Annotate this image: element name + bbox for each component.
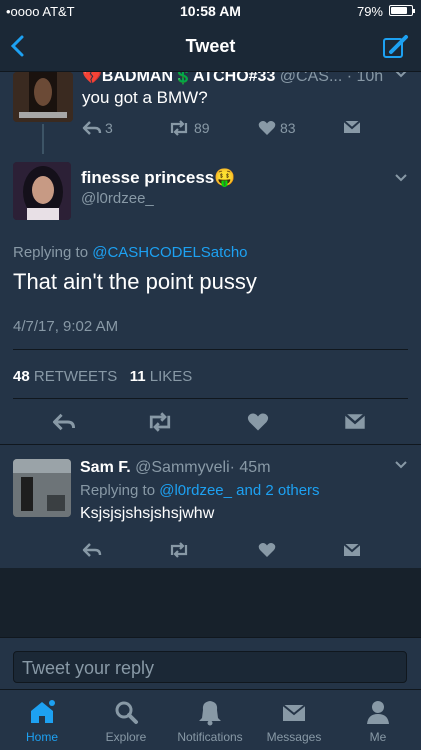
reply-count: 3 (105, 120, 113, 136)
tab-label: Me (369, 730, 387, 744)
like-action[interactable]: 83 (258, 120, 296, 136)
tab-messages[interactable]: Messages (252, 698, 336, 748)
tab-me[interactable]: Me (336, 698, 420, 748)
heart-icon[interactable] (258, 542, 276, 558)
replying-to: Replying to @l0rdzee_ and 2 others (80, 482, 320, 499)
reply-composer: Tweet your reply (0, 637, 421, 689)
tweet-detail-scroll[interactable]: 💔BADMAN💲ATCHO#33 @CAS... · 10h you got a… (0, 72, 421, 637)
reply-icon (82, 121, 102, 135)
tab-explore[interactable]: Explore (84, 698, 168, 748)
home-icon (31, 700, 55, 723)
author-name[interactable]: finesse princess🤑 (81, 168, 235, 188)
bell-icon (199, 701, 221, 726)
tweet-text: Ksjsjsjshsjshsjwhw (80, 505, 215, 522)
tweet-time: · 10h (346, 72, 384, 85)
avatar[interactable] (13, 459, 71, 517)
tab-label: Home (25, 730, 58, 744)
tab-label: Explore (105, 730, 147, 744)
chevron-down-icon[interactable] (395, 72, 407, 78)
author-handle: @Sammyveli (135, 459, 230, 476)
reply-icon[interactable] (52, 412, 76, 432)
retweet-icon[interactable] (146, 412, 174, 432)
tweet-stats: 48 RETWEETS 11 LIKES (13, 368, 192, 385)
tab-bar: Home Explore Notifications Messages Me (0, 689, 421, 750)
like-count: 83 (280, 120, 296, 136)
replying-prefix: Replying to (13, 244, 89, 261)
reply-tweet[interactable]: Sam F. @Sammyveli· 45m Replying to @l0rd… (0, 445, 421, 568)
dm-action[interactable] (343, 120, 361, 134)
divider (13, 398, 408, 399)
empty-area (0, 568, 421, 637)
heart-icon[interactable] (247, 412, 269, 432)
compose-icon[interactable] (381, 32, 411, 62)
tab-notifications[interactable]: Notifications (168, 698, 252, 748)
envelope-icon[interactable] (344, 413, 366, 430)
retweet-icon (170, 120, 188, 136)
tab-label: Notifications (177, 730, 243, 744)
replying-to: Replying to @CASHCODELSatcho (13, 244, 248, 261)
tab-home[interactable]: Home (0, 698, 84, 748)
avatar[interactable] (13, 72, 73, 122)
author-name[interactable]: 💔BADMAN💲ATCHO#33 (82, 72, 275, 85)
replying-to-link[interactable]: @l0rdzee_ and 2 others (159, 482, 319, 499)
retweet-icon[interactable] (168, 542, 190, 558)
tweet-timestamp: 4/7/17, 9:02 AM (13, 318, 119, 335)
reply-input[interactable]: Tweet your reply (13, 651, 407, 683)
battery-percent: 79% (356, 4, 383, 19)
retweets-label[interactable]: RETWEETS (34, 368, 117, 385)
author-handle: @CAS... (279, 72, 343, 85)
battery-icon (389, 5, 415, 16)
nav-bar: Tweet (0, 22, 421, 72)
chevron-down-icon[interactable] (395, 174, 407, 182)
tab-label: Messages (266, 730, 322, 744)
reply-placeholder: Tweet your reply (22, 658, 155, 678)
likes-count[interactable]: 11 (130, 368, 146, 385)
author-name[interactable]: Sam F. (80, 459, 131, 476)
envelope-icon (282, 704, 306, 721)
page-title: Tweet (185, 36, 236, 56)
likes-label[interactable]: LIKES (150, 368, 193, 385)
reply-icon[interactable] (82, 542, 102, 558)
reply-action[interactable]: 3 (82, 120, 113, 136)
heart-icon (258, 121, 276, 135)
search-icon (115, 701, 138, 724)
retweet-count: 89 (194, 120, 210, 136)
avatar[interactable] (13, 162, 71, 220)
replying-prefix: Replying to (80, 482, 156, 499)
replying-to-link[interactable]: @CASHCODELSatcho (92, 244, 247, 261)
divider (13, 349, 408, 350)
retweets-count[interactable]: 48 (13, 368, 30, 385)
tweet-time: · 45m (229, 459, 271, 476)
retweet-action[interactable]: 89 (168, 120, 210, 136)
person-icon (367, 701, 389, 724)
status-bar: •oooo AT&T 10:58 AM 79% (0, 0, 421, 22)
parent-tweet[interactable]: 💔BADMAN💲ATCHO#33 @CAS... · 10h you got a… (0, 72, 421, 160)
envelope-icon[interactable] (343, 543, 361, 557)
tweet-text: you got a BMW? (82, 88, 208, 107)
tweet-text: That ain't the point pussy (13, 269, 257, 294)
main-tweet: finesse princess🤑 @l0rdzee_ Replying to … (0, 154, 421, 444)
chevron-down-icon[interactable] (395, 461, 407, 469)
envelope-icon (343, 120, 361, 133)
author-handle[interactable]: @l0rdzee_ (81, 190, 154, 207)
